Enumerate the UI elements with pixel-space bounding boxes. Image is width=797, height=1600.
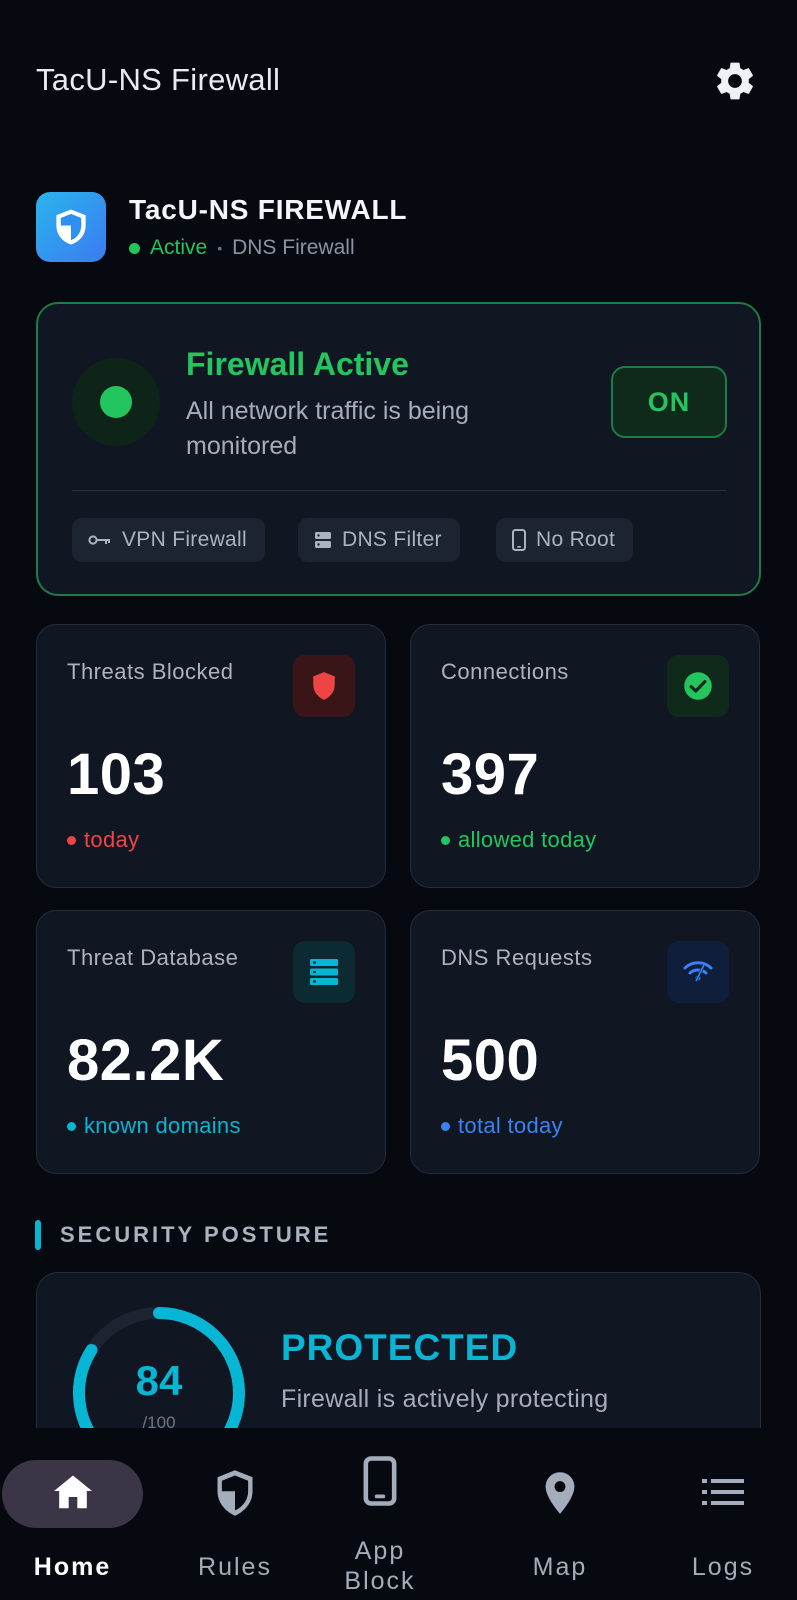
brand-name: TacU-NS FIREWALL [129,194,408,225]
nav-item-app-block[interactable]: App Block [320,1428,440,1600]
gear-icon [717,62,753,100]
nav-label: Home [33,1553,112,1581]
app-bar: TacU-NS Firewall [0,0,797,160]
chip-dns-filter: DNS Filter [298,518,460,562]
brand-status: Active • DNS Firewall [129,236,355,260]
firewall-description: All network traffic is being monitored [186,397,469,460]
stat-label: Threats Blocked [67,659,234,684]
stat-card-connections[interactable]: Connections 397 allowed today [410,624,760,888]
divider [72,490,727,491]
nav-item-logs[interactable]: Logs [648,1428,797,1600]
chip-no-root: No Root [496,518,634,562]
stat-subtitle: known domains [67,1113,241,1139]
chip-label: VPN Firewall [122,528,247,551]
server-icon [314,531,332,549]
bottom-navigation: Home Rules App Block Map Logs [0,1428,797,1600]
check-circle-icon [667,655,729,717]
screen: TacU-NS Firewall TacU-NS FIREWALL Active… [0,0,797,1600]
app-title: TacU-NS Firewall [36,62,281,97]
section-accent-bar [35,1220,41,1250]
status-dot [441,1121,450,1131]
stat-sub-text: allowed today [458,827,597,852]
list-icon [702,1478,744,1511]
stat-sub-text: today [84,827,140,852]
stat-value: 82.2K [67,1028,225,1093]
shield-icon [293,655,355,717]
shield-icon [56,209,86,245]
stat-value: 397 [441,742,540,807]
phone-icon [363,1456,397,1511]
key-icon [88,533,112,547]
database-icon [293,941,355,1003]
stat-label: Connections [441,659,569,684]
stat-label: DNS Requests [441,945,593,970]
phone-icon [512,529,526,551]
status-dot [441,835,450,845]
firewall-indicator [72,358,160,446]
stat-subtitle: allowed today [441,827,596,853]
stat-label: Threat Database [67,945,239,970]
status-separator: • [217,240,223,256]
posture-status: PROTECTED [281,1327,519,1368]
wifi-icon [667,941,729,1003]
stat-value: 500 [441,1028,540,1093]
stat-subtitle: total today [441,1113,563,1139]
firewall-card: Firewall Active All network traffic is b… [36,302,761,596]
stat-card-database[interactable]: Threat Database 82.2K known domains [36,910,386,1174]
firewall-title: Firewall Active [186,346,409,382]
chip-label: No Root [536,528,616,551]
nav-item-rules[interactable]: Rules [160,1428,310,1600]
status-dot [67,1121,76,1131]
shield-icon [214,1468,256,1523]
nav-item-home[interactable]: Home [0,1428,145,1600]
stat-sub-text: total today [458,1113,563,1138]
status-text: Active [150,236,208,259]
mode-text: DNS Firewall [232,236,355,259]
status-dot [129,242,140,254]
score-value: 84 [135,1357,183,1404]
chip-label: DNS Filter [342,528,442,551]
stat-sub-text: known domains [84,1113,241,1138]
stat-subtitle: today [67,827,139,853]
nav-label: Map [532,1553,588,1581]
nav-label: Rules [198,1553,272,1581]
stat-card-dns[interactable]: DNS Requests 500 total today [410,910,760,1174]
brand-header: TacU-NS FIREWALL Active • DNS Firewall [36,192,736,264]
home-icon [52,1472,94,1515]
nav-label: Logs [691,1553,755,1581]
status-dot [67,835,76,845]
chip-vpn-firewall: VPN Firewall [72,518,265,562]
brand-logo [36,192,106,262]
settings-button[interactable] [710,56,760,106]
nav-item-map[interactable]: Map [485,1428,635,1600]
section-title: SECURITY POSTURE [60,1222,332,1247]
stat-value: 103 [67,742,166,807]
stat-card-threats[interactable]: Threats Blocked 103 today [36,624,386,888]
posture-description: Firewall is actively protecting [281,1385,609,1413]
map-pin-icon [544,1470,576,1521]
firewall-toggle-button[interactable]: ON [611,366,727,438]
nav-label: App Block [344,1537,416,1595]
